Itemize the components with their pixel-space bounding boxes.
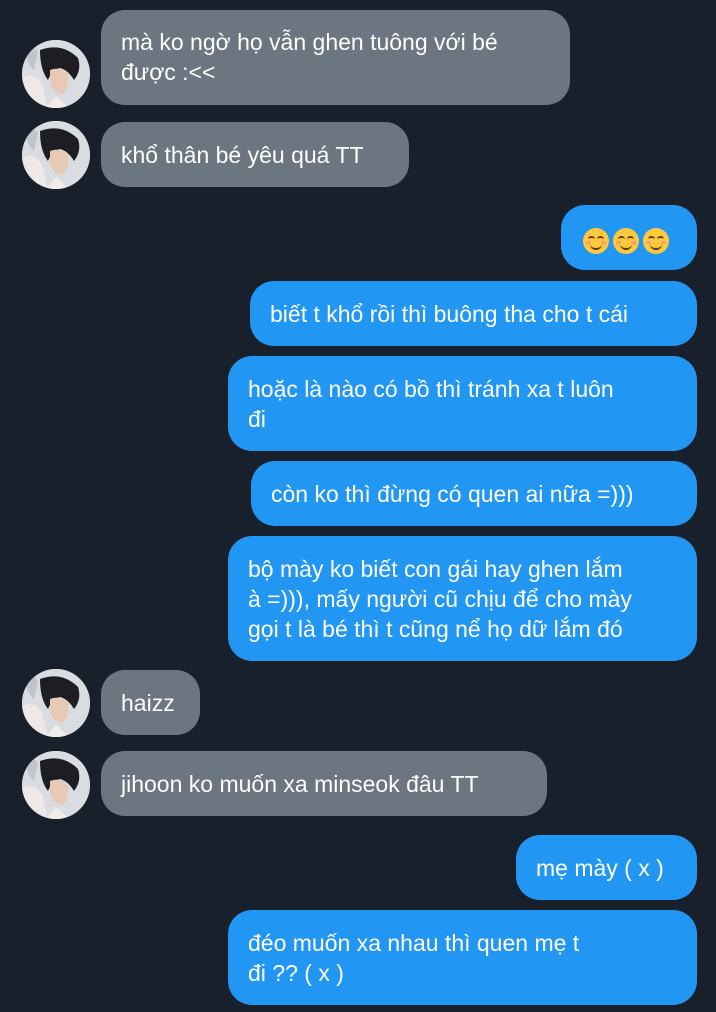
message-text: bộ mày ko biết con gái hay ghen lắm à =)…: [248, 556, 632, 642]
message-bubble-outgoing[interactable]: hoặc là nào có bồ thì tránh xa t luôn đi: [228, 356, 697, 451]
avatar-photo: [22, 121, 90, 189]
smiling-face-icon: [613, 227, 639, 254]
message-bubble-outgoing[interactable]: bộ mày ko biết con gái hay ghen lắm à =)…: [228, 536, 697, 661]
contact-avatar[interactable]: [22, 121, 90, 189]
avatar-photo: [22, 669, 90, 737]
message-text: đéo muốn xa nhau thì quen mẹ t đi ?? ( x…: [248, 930, 580, 986]
message-bubble-incoming[interactable]: khổ thân bé yêu quá TT: [101, 122, 409, 187]
message-bubble-incoming[interactable]: mà ko ngờ họ vẫn ghen tuông với bé được …: [101, 10, 570, 105]
message-bubble-outgoing[interactable]: biết t khổ rồi thì buông tha cho t cái: [250, 281, 697, 346]
message-bubble-incoming[interactable]: jihoon ko muốn xa minseok đâu TT: [101, 751, 547, 816]
chat-thread[interactable]: mà ko ngờ họ vẫn ghen tuông với bé được …: [0, 0, 716, 1012]
contact-avatar[interactable]: [22, 40, 90, 108]
message-text: biết t khổ rồi thì buông tha cho t cái: [270, 301, 629, 327]
message-bubble-outgoing[interactable]: mẹ mày ( x ): [516, 835, 697, 900]
avatar-photo: [22, 751, 90, 819]
message-bubble-outgoing[interactable]: đéo muốn xa nhau thì quen mẹ t đi ?? ( x…: [228, 910, 697, 1005]
contact-avatar[interactable]: [22, 751, 90, 819]
message-text: còn ko thì đừng có quen ai nữa =))): [271, 481, 634, 507]
message-text: khổ thân bé yêu quá TT: [121, 142, 364, 168]
smiling-face-icon: [643, 227, 669, 254]
message-bubble-incoming[interactable]: haizz: [101, 670, 200, 735]
contact-avatar[interactable]: [22, 669, 90, 737]
avatar-photo: [22, 40, 90, 108]
message-bubble-outgoing[interactable]: còn ko thì đừng có quen ai nữa =))): [251, 461, 697, 526]
message-text: jihoon ko muốn xa minseok đâu TT: [121, 771, 479, 797]
message-text: mà ko ngờ họ vẫn ghen tuông với bé được …: [121, 29, 498, 85]
message-text: mẹ mày ( x ): [536, 855, 664, 881]
message-bubble-outgoing[interactable]: [561, 205, 697, 270]
message-text: hoặc là nào có bồ thì tránh xa t luôn đi: [248, 376, 614, 432]
message-text: haizz: [121, 690, 175, 716]
smiling-face-icon: [583, 227, 609, 254]
